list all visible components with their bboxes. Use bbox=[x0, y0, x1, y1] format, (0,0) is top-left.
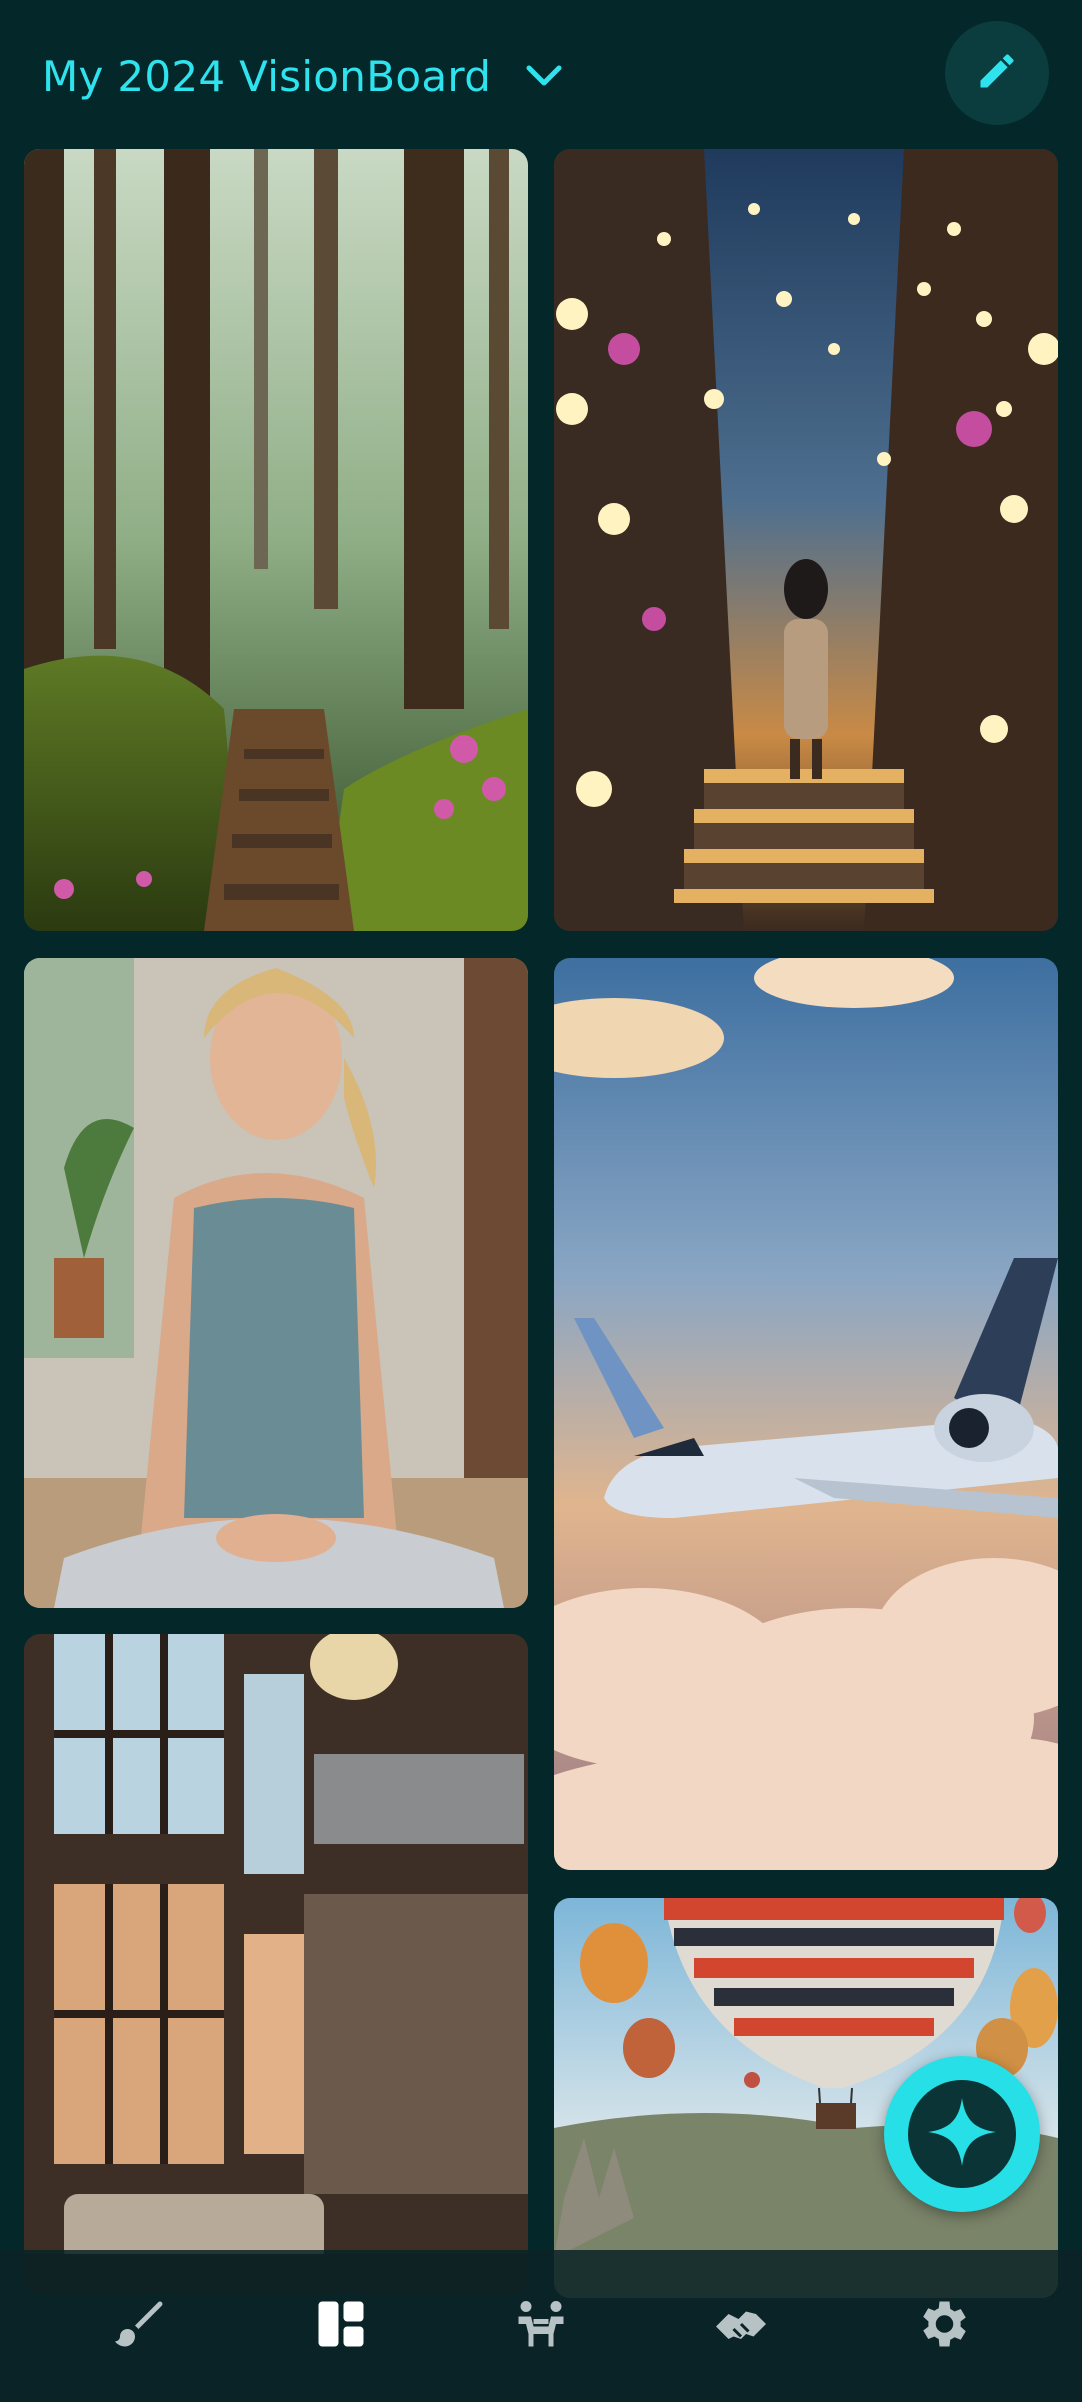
chevron-down-icon[interactable] bbox=[525, 64, 563, 88]
bottom-nav bbox=[0, 2250, 1082, 2402]
pencil-icon bbox=[975, 49, 1019, 98]
gear-icon bbox=[912, 2294, 972, 2359]
lantern-alley-image bbox=[554, 149, 1058, 931]
dashboard-icon bbox=[311, 2294, 371, 2359]
app-header: My 2024 VisionBoard bbox=[0, 0, 1082, 140]
brush-icon bbox=[110, 2294, 170, 2359]
page-title: My 2024 VisionBoard bbox=[42, 51, 492, 101]
vision-image-private-jet[interactable] bbox=[554, 958, 1058, 1870]
community-icon bbox=[511, 2294, 571, 2359]
meditation-image bbox=[24, 958, 528, 1608]
vision-image-forest[interactable] bbox=[24, 149, 528, 931]
vision-image-meditation[interactable] bbox=[24, 958, 528, 1608]
nav-settings[interactable] bbox=[897, 2281, 987, 2371]
nav-community[interactable] bbox=[496, 2281, 586, 2371]
nav-create[interactable] bbox=[95, 2281, 185, 2371]
vision-image-luxury-loft[interactable] bbox=[24, 1634, 528, 2294]
nav-partners[interactable] bbox=[696, 2281, 786, 2371]
fab-core bbox=[908, 2080, 1016, 2188]
forest-image bbox=[24, 149, 528, 931]
sparkle-icon bbox=[925, 2095, 999, 2174]
vision-image-lantern-alley[interactable] bbox=[554, 149, 1058, 931]
nav-board[interactable] bbox=[296, 2281, 386, 2371]
edit-board-button[interactable] bbox=[945, 21, 1049, 125]
board-selector[interactable]: My 2024 VisionBoard bbox=[42, 44, 563, 108]
handshake-icon bbox=[711, 2294, 771, 2359]
ai-generate-button[interactable] bbox=[884, 2056, 1040, 2212]
luxury-loft-image bbox=[24, 1634, 528, 2294]
private-jet-image bbox=[554, 958, 1058, 1870]
